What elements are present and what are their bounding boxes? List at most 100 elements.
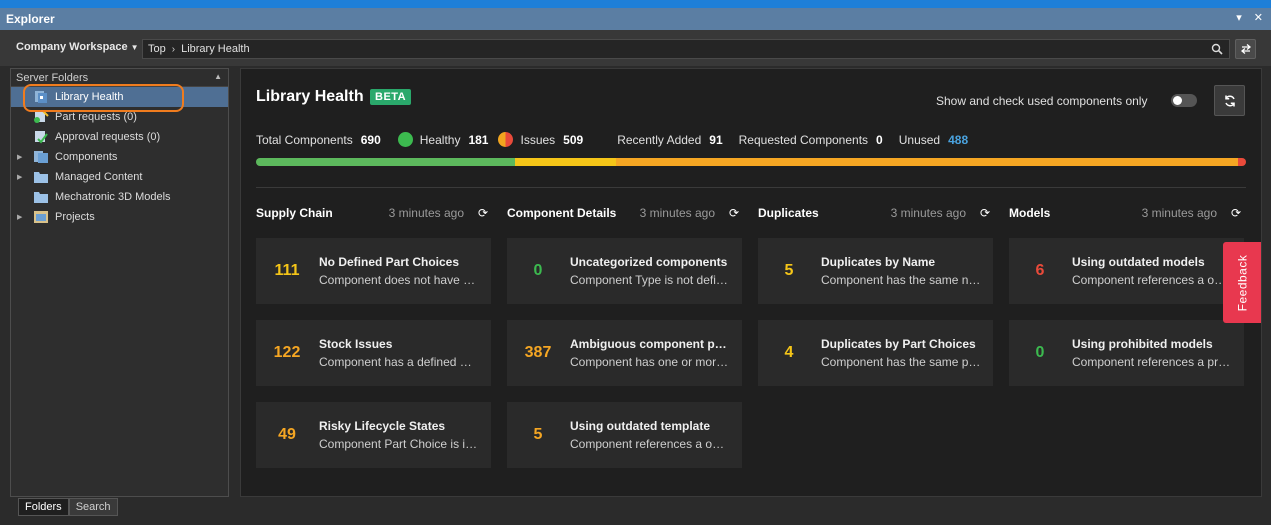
unused-value[interactable]: 488 [948, 133, 968, 147]
sync-icon [1240, 44, 1251, 54]
check-description: Component does not have any Part Choices [319, 273, 479, 287]
issue-count: 122 [273, 344, 301, 361]
panel-tabs: Folders Search [18, 498, 118, 516]
refresh-icon[interactable]: ⟳ [478, 206, 488, 220]
refresh-button[interactable] [1214, 85, 1245, 116]
health-check-card[interactable]: 49 Risky Lifecycle States Component Part C… [256, 402, 491, 468]
selection-highlight-ring [23, 84, 184, 112]
health-bar-segment-critical [1238, 158, 1246, 166]
tree-item-label: Mechatronic 3D Models [55, 191, 171, 203]
tree-item-approval-requests-0[interactable]: Approval requests (0) [11, 127, 228, 147]
section-title: Component Details [507, 206, 617, 220]
recently-added-label[interactable]: Recently Added [617, 133, 701, 147]
health-check-card[interactable]: 5 Using outdated template Component refere… [507, 402, 742, 468]
section-title: Supply Chain [256, 206, 333, 220]
health-check-card[interactable]: 111 No Defined Part Choices Component does… [256, 238, 491, 304]
menu-dropdown-icon[interactable]: ▾ [1236, 11, 1242, 24]
window-title: Explorer [6, 12, 55, 26]
requested-label[interactable]: Requested Components [739, 133, 868, 147]
refresh-icon [1224, 95, 1235, 106]
health-check-card[interactable]: 0 Uncategorized components Component Type … [507, 238, 742, 304]
path-item-library-health[interactable]: Library Health [181, 43, 249, 55]
toolbar: Company Workspace ▼ Top › Library Health [0, 30, 1271, 66]
check-title: Using prohibited models [1072, 337, 1213, 351]
workspace-label: Company Workspace [16, 41, 128, 53]
part-request-icon [33, 109, 49, 124]
expand-arrow-icon[interactable]: ▶ [17, 173, 22, 181]
check-title: Using outdated models [1072, 255, 1205, 269]
collapse-icon[interactable]: ▲ [214, 72, 222, 81]
issues-label[interactable]: Issues [520, 133, 555, 147]
health-bar-segment-healthy [256, 158, 516, 166]
health-check-card[interactable]: 5 Duplicates by Name Component has the sam… [758, 238, 993, 304]
check-description: Component has the same name as another [821, 273, 981, 287]
issues-status-icon [498, 132, 514, 147]
projects-icon [33, 210, 49, 224]
tree-item-label: Managed Content [55, 171, 143, 183]
server-folders-panel: Server Folders ▲ Library Health Part requ… [10, 68, 229, 497]
close-icon[interactable]: ✕ [1254, 11, 1263, 24]
check-title: Using outdated template [570, 419, 711, 433]
issue-count: 6 [1035, 262, 1045, 279]
tab-folders[interactable]: Folders [18, 498, 69, 516]
window-titlebar: Explorer ▾ ✕ [0, 8, 1271, 30]
path-item-top[interactable]: Top [148, 43, 166, 55]
requested-value: 0 [876, 132, 883, 147]
tree-item-managed-content[interactable]: ▶ Managed Content [11, 167, 228, 187]
library-health-dashboard: Library Health BETA Show and check used … [240, 68, 1262, 497]
tree-item-label: Projects [55, 211, 95, 223]
path-bar[interactable]: Top › Library Health [142, 39, 1230, 59]
refresh-icon[interactable]: ⟳ [729, 206, 739, 220]
check-title: Duplicates by Part Choices [821, 337, 976, 351]
tree-item-label: Components [55, 151, 118, 163]
issue-count: 4 [784, 344, 794, 361]
check-description: Component has one or more ambiguous para… [570, 355, 730, 369]
refresh-icon[interactable]: ⟳ [1231, 206, 1241, 220]
health-check-card[interactable]: 4 Duplicates by Part Choices Component has… [758, 320, 993, 386]
section-header-supply-chain: Supply Chain 3 minutes ago ⟳ [256, 205, 492, 221]
sync-button[interactable] [1235, 39, 1256, 59]
healthy-label[interactable]: Healthy [420, 133, 461, 147]
used-components-toggle[interactable] [1171, 94, 1197, 107]
tree-item-label: Part requests (0) [55, 111, 137, 123]
issue-count: 5 [533, 426, 543, 443]
used-components-toggle-label: Show and check used components only [936, 94, 1148, 108]
unused-label[interactable]: Unused [899, 133, 940, 147]
check-title: Duplicates by Name [821, 255, 936, 269]
health-bar-segment-warning [515, 158, 617, 166]
feedback-button[interactable]: Feedback [1223, 242, 1261, 323]
check-description: Component Type is not defined [570, 273, 730, 287]
issue-count: 0 [1035, 344, 1045, 361]
expand-arrow-icon[interactable]: ▶ [17, 213, 22, 221]
expand-arrow-icon[interactable]: ▶ [17, 153, 22, 161]
health-check-card[interactable]: 122 Stock Issues Component has a defined P… [256, 320, 491, 386]
issue-count: 0 [533, 262, 543, 279]
summary-stats: Total Components 690 Healthy 181 Issues … [256, 132, 968, 147]
check-description: Component has the same part choices as a… [821, 355, 981, 369]
divider [256, 187, 1246, 188]
tree-item-mechatronic-3d-models[interactable]: Mechatronic 3D Models [11, 187, 228, 207]
issue-count: 49 [278, 426, 296, 443]
tree-item-projects[interactable]: ▶ Projects [11, 207, 228, 227]
check-title: Ambiguous component parameters [570, 337, 730, 351]
workspace-dropdown[interactable]: Company Workspace ▼ [16, 41, 139, 53]
refresh-icon[interactable]: ⟳ [980, 206, 990, 220]
search-icon[interactable] [1211, 43, 1223, 55]
folder-icon [33, 190, 49, 204]
issues-value: 509 [563, 132, 584, 147]
recently-added-value: 91 [709, 132, 723, 147]
health-check-card[interactable]: 6 Using outdated models Component referenc… [1009, 238, 1244, 304]
section-updated-time: 3 minutes ago [639, 206, 715, 220]
chevron-down-icon: ▼ [130, 42, 139, 52]
issue-count: 387 [524, 344, 552, 361]
tree-item-components[interactable]: ▶ Components [11, 147, 228, 167]
health-check-card[interactable]: 387 Ambiguous component parameters Compone… [507, 320, 742, 386]
approval-request-icon [33, 130, 49, 144]
total-label: Total Components [256, 132, 353, 147]
tree-item-label: Approval requests (0) [55, 131, 161, 143]
health-check-card[interactable]: 0 Using prohibited models Component refere… [1009, 320, 1244, 386]
check-description: Component Part Choice is in a risky life… [319, 437, 479, 451]
window-controls: ▾ ✕ [1236, 11, 1263, 24]
tab-search[interactable]: Search [68, 498, 118, 516]
section-title: Duplicates [758, 206, 819, 220]
